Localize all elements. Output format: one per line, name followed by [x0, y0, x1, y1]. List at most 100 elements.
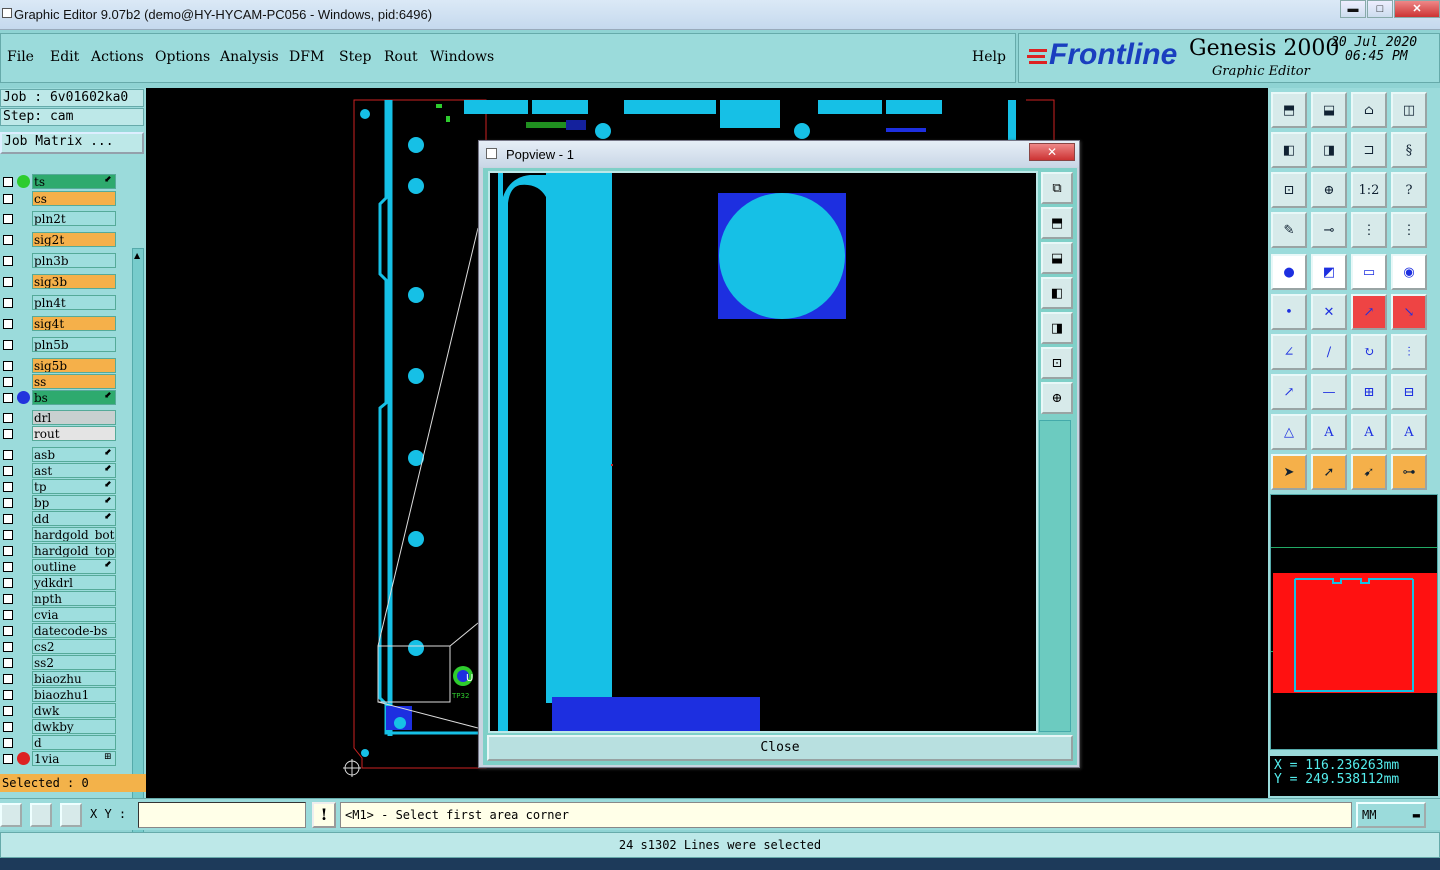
layer-checkbox[interactable]	[3, 706, 13, 716]
layer-checkbox[interactable]	[3, 393, 13, 403]
layer-checkbox[interactable]	[3, 194, 13, 204]
layer-row-npth[interactable]: npth	[0, 591, 118, 606]
layer-row-pln4t[interactable]: pln4t	[0, 295, 118, 310]
layer-name[interactable]: cs	[32, 191, 116, 206]
pan-center-icon[interactable]: ⊐	[1351, 132, 1387, 168]
layer-checkbox[interactable]	[3, 177, 13, 187]
layer-checkbox[interactable]	[3, 610, 13, 620]
measure-tool-icon[interactable]: ✎	[1271, 212, 1307, 248]
layer-checkbox[interactable]	[3, 498, 13, 508]
layer-row-ast[interactable]: ast ⬋	[0, 463, 118, 478]
pv-zoom-out-icon[interactable]: ⬓	[1041, 242, 1073, 274]
zoom-in-icon[interactable]: ⬓	[1311, 92, 1347, 128]
layer-row-dd[interactable]: dd ⬋	[0, 511, 118, 526]
pv-fit-icon[interactable]: ⊡	[1041, 347, 1073, 379]
layer-name[interactable]: dwk	[32, 703, 116, 718]
layer-checkbox[interactable]	[3, 546, 13, 556]
layer-checkbox[interactable]	[3, 530, 13, 540]
pv-pan-right-icon[interactable]: ◨	[1041, 312, 1073, 344]
layer-name[interactable]: biaozhu1	[32, 687, 116, 702]
filter-surface-icon[interactable]: ◩	[1311, 254, 1347, 290]
menu-help[interactable]: Help	[972, 49, 1006, 65]
line-icon[interactable]: —	[1311, 374, 1347, 410]
layer-row-cs[interactable]: cs	[0, 191, 118, 206]
layer-row-ss[interactable]: ss	[0, 374, 118, 389]
menu-dfm[interactable]: DFM	[289, 49, 324, 65]
layer-row-ss2[interactable]: ss2	[0, 655, 118, 670]
layer-name[interactable]: npth	[32, 591, 116, 606]
menu-actions[interactable]: Actions	[91, 49, 144, 65]
layer-row-rout[interactable]: rout	[0, 426, 118, 441]
layer-row-ydkdrl[interactable]: ydkdrl	[0, 575, 118, 590]
layer-checkbox[interactable]	[3, 658, 13, 668]
layer-row-ts[interactable]: ts ⬋	[0, 174, 118, 189]
layer-name[interactable]: sig3b	[32, 274, 116, 289]
layer-compare-icon[interactable]: ⋮	[1391, 212, 1427, 248]
mirror-icon[interactable]: ⫶	[1391, 334, 1427, 370]
layer-checkbox[interactable]	[3, 429, 13, 439]
menu-windows[interactable]: Windows	[430, 49, 494, 65]
layer-checkbox[interactable]	[3, 674, 13, 684]
layer-row-cs2[interactable]: cs2	[0, 639, 118, 654]
angle-icon[interactable]: ∠	[1271, 334, 1307, 370]
snap-icon[interactable]: ⊸	[1311, 212, 1347, 248]
resize-icon[interactable]: ↗	[1271, 374, 1307, 410]
pv-pan-left-icon[interactable]: ◧	[1041, 277, 1073, 309]
layer-checkbox[interactable]	[3, 514, 13, 524]
layer-row-asb[interactable]: asb ⬋	[0, 447, 118, 462]
layer-row-sig2t[interactable]: sig2t	[0, 232, 118, 247]
pv-zoom-window-icon[interactable]: ⧉	[1041, 172, 1073, 204]
layer-checkbox[interactable]	[3, 298, 13, 308]
select-net-icon[interactable]: ⊶	[1391, 454, 1427, 490]
layer-checkbox[interactable]	[3, 482, 13, 492]
layer-row-pln5b[interactable]: pln5b	[0, 337, 118, 352]
popview-canvas[interactable]	[488, 171, 1038, 733]
layer-checkbox[interactable]	[3, 562, 13, 572]
units-select[interactable]: MM ▬	[1356, 802, 1426, 828]
triangle-a-icon[interactable]: △	[1271, 414, 1307, 450]
layer-checkbox[interactable]	[3, 594, 13, 604]
layer-row-outline[interactable]: outline ⬋	[0, 559, 118, 574]
angle-mode-icon[interactable]	[30, 803, 52, 827]
layer-row-datecode-bs[interactable]: datecode-bs	[0, 623, 118, 638]
highlight-pad-icon[interactable]: ◉	[1391, 254, 1427, 290]
layer-row-hardgold_top[interactable]: hardgold_top	[0, 543, 118, 558]
layer-name[interactable]: sig4t	[32, 316, 116, 331]
layer-name[interactable]: biaozhu	[32, 671, 116, 686]
xy-input[interactable]	[138, 802, 306, 828]
menu-file[interactable]: File	[7, 49, 34, 65]
layer-row-sig4t[interactable]: sig4t	[0, 316, 118, 331]
layer-row-tp[interactable]: tp ⬋	[0, 479, 118, 494]
layer-row-sig5b[interactable]: sig5b	[0, 358, 118, 373]
layer-checkbox[interactable]	[3, 340, 13, 350]
layer-checkbox[interactable]	[3, 754, 13, 764]
slope-icon[interactable]: /	[1311, 334, 1347, 370]
triangle-d-icon[interactable]: A	[1391, 414, 1427, 450]
rotate-icon[interactable]: ↻	[1351, 334, 1387, 370]
select-arrow-icon[interactable]: ➤	[1271, 454, 1307, 490]
layer-row-drl[interactable]: drl	[0, 410, 118, 425]
layer-name[interactable]: drl	[32, 410, 116, 425]
layer-name[interactable]: cs2	[32, 639, 116, 654]
fit-all-icon[interactable]: ⊡	[1271, 172, 1307, 208]
layer-row-bs[interactable]: bs ⬋	[0, 390, 118, 405]
overview-minimap[interactable]	[1270, 494, 1438, 750]
layer-checkbox[interactable]	[3, 413, 13, 423]
layer-scrollbar[interactable]: ▲ ▼	[132, 248, 144, 858]
maximize-button[interactable]: □	[1367, 0, 1393, 18]
pan-right-icon[interactable]: ◨	[1311, 132, 1347, 168]
delete-feature-icon[interactable]: ✕	[1311, 294, 1347, 330]
symbol-icon[interactable]: ⊞	[1351, 374, 1387, 410]
menu-edit[interactable]: Edit	[50, 49, 79, 65]
layer-name[interactable]: dwkby	[32, 719, 116, 734]
layer-checkbox[interactable]	[3, 235, 13, 245]
menu-options[interactable]: Options	[155, 49, 210, 65]
layer-name[interactable]: d	[32, 735, 116, 750]
pv-zoom-in-icon[interactable]: ⬒	[1041, 207, 1073, 239]
close-window-button[interactable]: ✕	[1394, 0, 1440, 18]
pan-s-icon[interactable]: §	[1391, 132, 1427, 168]
layer-checkbox[interactable]	[3, 466, 13, 476]
triangle-b-icon[interactable]: A	[1311, 414, 1347, 450]
layer-row-bp[interactable]: bp ⬋	[0, 495, 118, 510]
menu-rout[interactable]: Rout	[384, 49, 418, 65]
